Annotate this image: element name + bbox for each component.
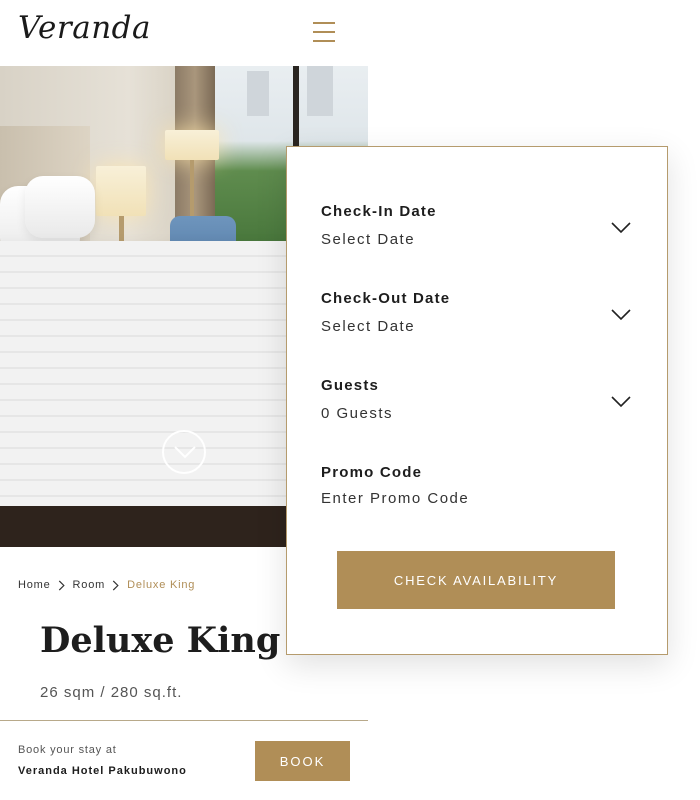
checkout-label: Check-Out Date — [321, 290, 451, 307]
checkout-value[interactable]: Select Date — [321, 318, 633, 335]
hamburger-menu-icon[interactable] — [313, 22, 335, 44]
breadcrumb: Home Room Deluxe King — [18, 579, 195, 591]
check-availability-button[interactable]: CHECK AVAILABILITY — [337, 551, 615, 609]
promo-code-input[interactable] — [321, 490, 581, 507]
checkout-date-field[interactable]: Check-Out Date Select Date — [321, 290, 633, 335]
breadcrumb-current: Deluxe King — [127, 579, 196, 591]
hotel-name: Veranda Hotel Pakubuwono — [18, 765, 187, 777]
chevron-right-icon — [112, 579, 119, 591]
room-size: 26 sqm / 280 sq.ft. — [40, 684, 183, 701]
checkout-chevron-down-icon[interactable] — [611, 309, 631, 321]
scroll-down-button[interactable] — [162, 430, 206, 474]
chevron-right-icon — [58, 579, 65, 591]
guests-chevron-down-icon[interactable] — [611, 396, 631, 408]
checkin-date-field[interactable]: Check-In Date Select Date — [321, 203, 633, 248]
logo[interactable]: Veranda — [18, 10, 151, 46]
breadcrumb-home[interactable]: Home — [18, 579, 51, 591]
book-button[interactable]: BOOK — [255, 741, 350, 781]
divider — [0, 720, 368, 721]
room-title: Deluxe King — [40, 620, 281, 661]
chevron-down-icon — [174, 446, 196, 459]
guests-field[interactable]: Guests 0 Guests — [321, 377, 633, 422]
guests-value[interactable]: 0 Guests — [321, 405, 633, 422]
promo-label: Promo Code — [321, 464, 423, 481]
checkin-label: Check-In Date — [321, 203, 437, 220]
breadcrumb-room[interactable]: Room — [73, 579, 106, 591]
guests-label: Guests — [321, 377, 380, 394]
checkin-chevron-down-icon[interactable] — [611, 222, 631, 234]
checkin-value[interactable]: Select Date — [321, 231, 633, 248]
promo-code-field[interactable]: Promo Code — [321, 464, 633, 507]
site-header: Veranda — [0, 0, 368, 66]
availability-panel: Check-In Date Select Date Check-Out Date… — [286, 146, 668, 655]
book-stay-label: Book your stay at — [18, 744, 117, 756]
